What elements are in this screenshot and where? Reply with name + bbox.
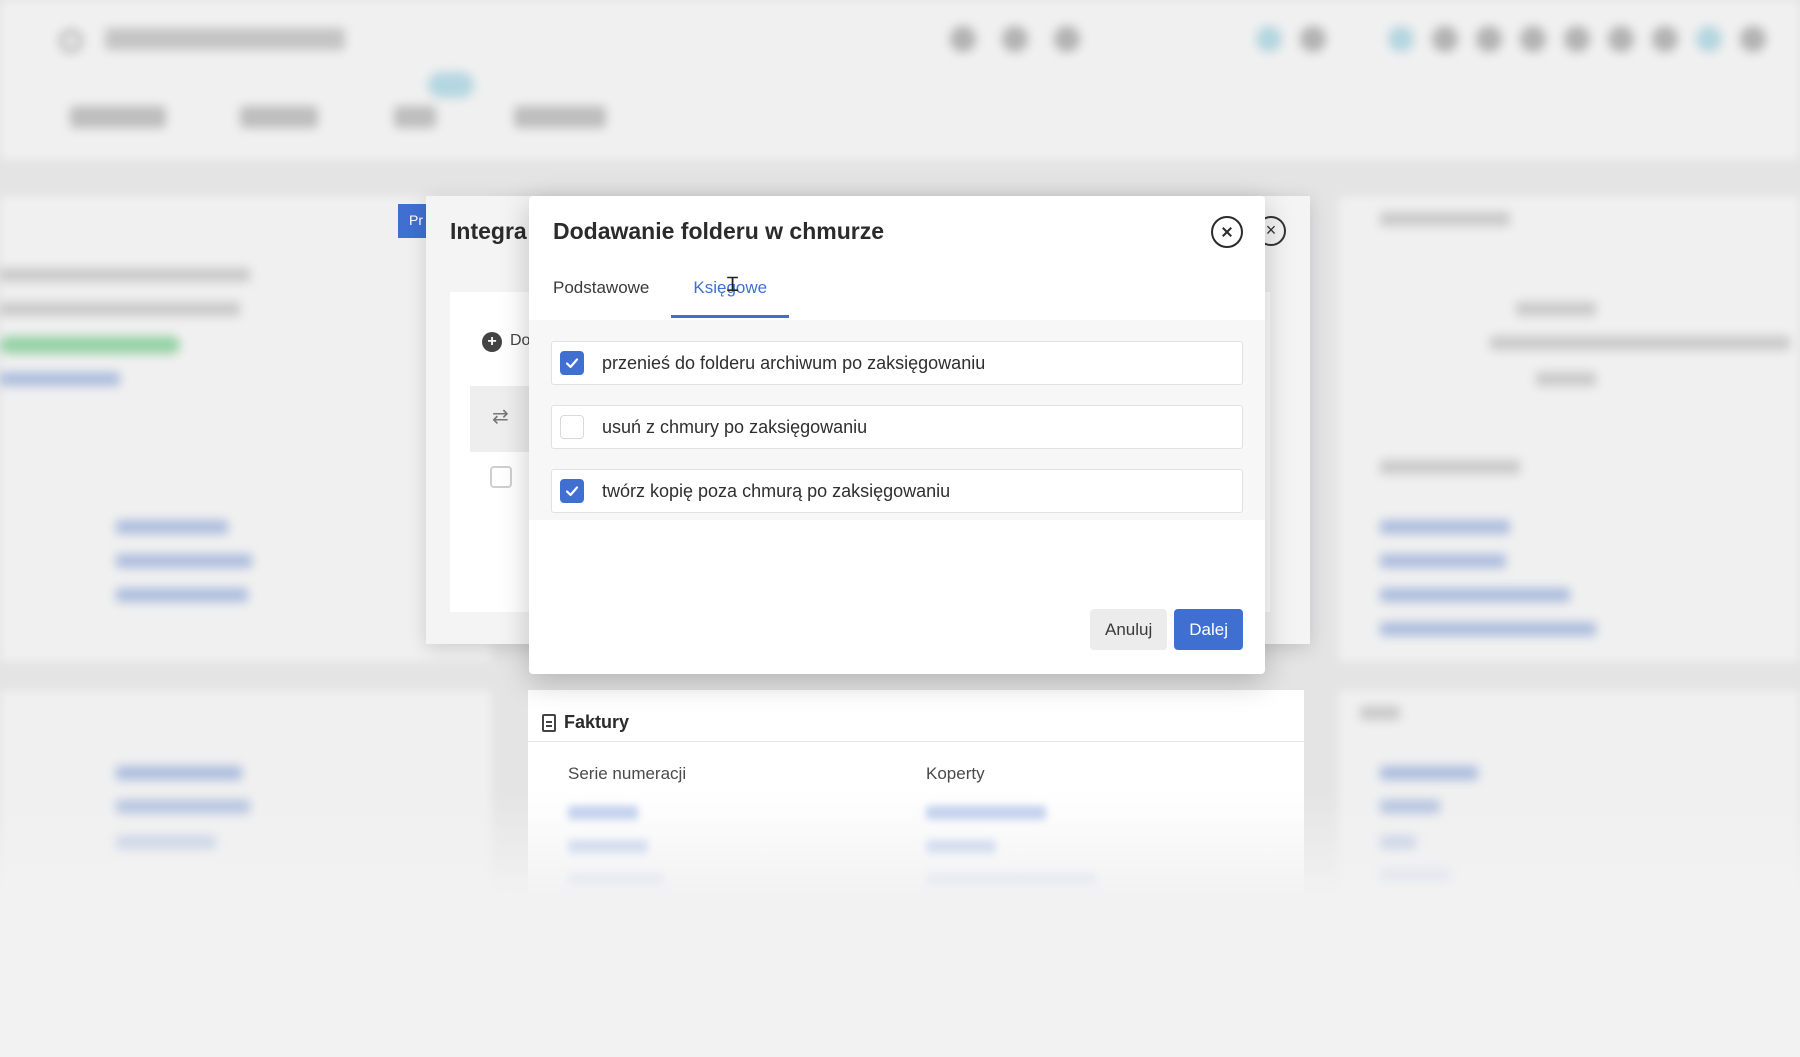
bottom-fade [0,790,1800,1057]
tab-podstawowe[interactable]: Podstawowe [553,272,649,318]
dialog-tabs: Podstawowe Księgowe [553,272,790,318]
dialog-title: Dodawanie folderu w chmurze [553,218,884,244]
tab-content: przenieś do folderu archiwum po zaksięgo… [529,320,1265,520]
document-icon [542,713,556,732]
faktury-title: Faktury [564,712,630,732]
faktury-column-series[interactable]: Serie numeracji [568,764,686,784]
cancel-button[interactable]: Anuluj [1089,609,1168,650]
option-label: twórz kopię poza chmurą po zaksięgowaniu [602,480,951,501]
option-create-copy[interactable]: twórz kopię poza chmurą po zaksięgowaniu [551,469,1243,513]
option-label: przenieś do folderu archiwum po zaksięgo… [602,352,986,373]
option-delete-from-cloud[interactable]: usuń z chmury po zaksięgowaniu [551,405,1243,449]
parent-dialog-title: Integra [450,218,527,244]
check-icon [565,486,579,497]
sync-icon[interactable]: ⇄ [492,404,509,429]
option-label: usuń z chmury po zaksięgowaniu [602,416,868,437]
text-cursor-icon: Ɪ [727,272,739,296]
add-cloud-folder-dialog: Dodawanie folderu w chmurze Podstawowe K… [529,196,1265,674]
faktury-header: Faktury [528,690,1304,742]
parent-add-label[interactable]: Do [510,332,530,350]
check-icon [565,358,579,369]
dialog-footer: Anuluj Dalej [1089,609,1243,650]
parent-checkbox[interactable] [490,466,512,488]
option-move-to-archive[interactable]: przenieś do folderu archiwum po zaksięgo… [551,341,1243,385]
next-button[interactable]: Dalej [1174,609,1243,650]
plus-circle-icon[interactable]: + [482,332,502,352]
checkbox-create-copy[interactable] [560,479,584,503]
faktury-column-envelopes[interactable]: Koperty [926,764,985,784]
checkbox-delete-from-cloud[interactable] [560,415,584,439]
checkbox-move-to-archive[interactable] [560,351,584,375]
close-circle-icon[interactable] [1211,216,1243,248]
